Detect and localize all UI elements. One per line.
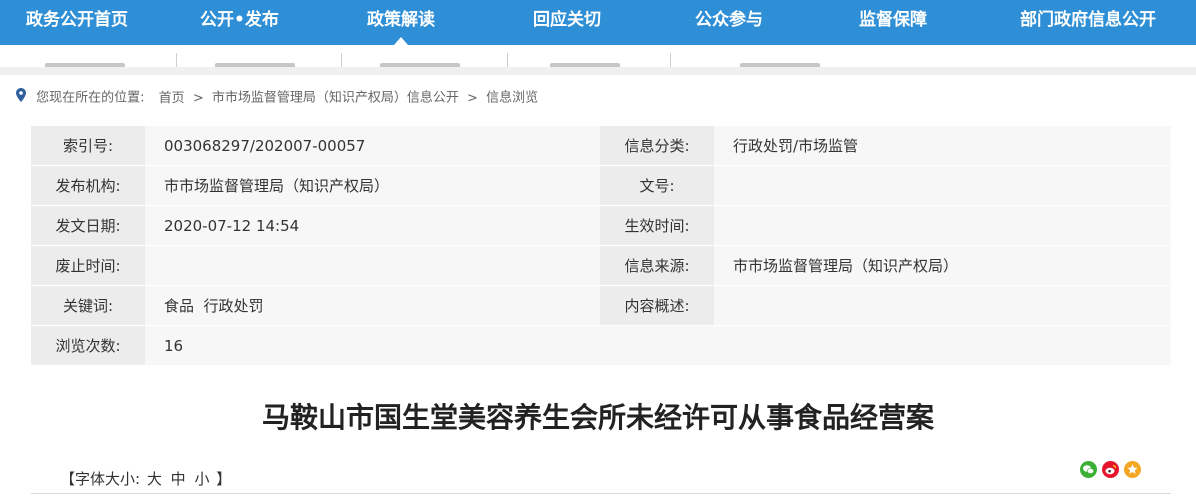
- effective-time-value: [714, 205, 1171, 246]
- summary-label: 内容概述:: [600, 285, 714, 326]
- index-label: 索引号:: [31, 125, 145, 166]
- weibo-icon[interactable]: [1102, 461, 1119, 478]
- nav-item-publish[interactable]: 公开•发布: [200, 0, 279, 45]
- font-small-button[interactable]: 小: [194, 470, 209, 488]
- doc-number-label: 文号:: [600, 165, 714, 206]
- breadcrumb-prefix: 您现在所在的位置:: [36, 90, 145, 106]
- keywords-value: 食品 行政处罚: [145, 285, 600, 326]
- info-table: 索引号: 003068297/202007-00057 信息分类: 行政处罚/市…: [31, 125, 1171, 365]
- views-label: 浏览次数:: [31, 325, 145, 365]
- sub-nav-divider: [507, 53, 508, 67]
- wechat-icon[interactable]: [1080, 461, 1097, 478]
- table-row: 废止时间: 信息来源: 市市场监督管理局（知识产权局）: [31, 245, 1171, 286]
- breadcrumb-current[interactable]: 信息浏览: [486, 91, 538, 106]
- table-row: 关键词: 食品 行政处罚 内容概述:: [31, 285, 1171, 326]
- table-row: 发文日期: 2020-07-12 14:54 生效时间:: [31, 205, 1171, 246]
- views-value: 16: [145, 325, 1171, 365]
- nav-item-policy[interactable]: 政策解读: [367, 0, 435, 45]
- favorite-icon[interactable]: [1124, 461, 1141, 478]
- breadcrumb-home[interactable]: 首页: [159, 91, 185, 106]
- breadcrumb: 您现在所在的位置: 首页 > 市市场监督管理局（知识产权局）信息公开 > 信息浏…: [16, 88, 538, 108]
- keywords-label: 关键词:: [31, 285, 145, 326]
- nav-item-label: 监督保障: [859, 10, 927, 30]
- nav-item-label: 部门政府信息公开: [1020, 10, 1156, 30]
- sub-nav: [0, 45, 1196, 68]
- index-value: 003068297/202007-00057: [145, 125, 600, 166]
- table-row: 索引号: 003068297/202007-00057 信息分类: 行政处罚/市…: [31, 125, 1171, 166]
- issue-date-label: 发文日期:: [31, 205, 145, 246]
- doc-number-value: [714, 165, 1171, 206]
- article-title: 马鞍山市国生堂美容养生会所未经许可从事食品经营案: [261, 401, 934, 434]
- expiry-time-label: 废止时间:: [31, 245, 145, 286]
- font-size-bar: 【字体大小: 大 中 小 】: [60, 468, 231, 489]
- source-value: 市市场监督管理局（知识产权局）: [714, 245, 1171, 286]
- nav-item-home[interactable]: 政务公开首页: [26, 0, 128, 45]
- nav-item-department[interactable]: 部门政府信息公开: [1020, 0, 1156, 45]
- nav-item-response[interactable]: 回应关切: [533, 0, 601, 45]
- breadcrumb-separator: >: [467, 90, 478, 106]
- publisher-value: 市市场监督管理局（知识产权局）: [145, 165, 600, 206]
- category-value: 行政处罚/市场监管: [714, 125, 1171, 166]
- sub-nav-divider: [341, 53, 342, 67]
- font-size-suffix: 】: [216, 470, 232, 488]
- breadcrumb-dept[interactable]: 市市场监督管理局（知识产权局）信息公开: [212, 91, 459, 106]
- active-caret: [394, 37, 408, 45]
- publisher-label: 发布机构:: [31, 165, 145, 206]
- page-band: [0, 67, 1196, 75]
- sub-nav-divider: [176, 53, 177, 67]
- nav-item-label: 政策解读: [367, 10, 435, 30]
- font-large-button[interactable]: 大: [147, 470, 162, 488]
- effective-time-label: 生效时间:: [600, 205, 714, 246]
- summary-value: [714, 285, 1171, 326]
- table-row: 发布机构: 市市场监督管理局（知识产权局） 文号:: [31, 165, 1171, 206]
- nav-item-label: 公众参与: [695, 10, 763, 30]
- nav-item-supervision[interactable]: 监督保障: [859, 0, 927, 45]
- source-label: 信息来源:: [600, 245, 714, 286]
- nav-item-label: 公开•发布: [200, 10, 279, 30]
- location-pin-icon: [16, 88, 26, 109]
- nav-item-label: 回应关切: [533, 10, 601, 30]
- sub-nav-divider: [670, 53, 671, 67]
- breadcrumb-separator: >: [192, 90, 204, 106]
- table-row: 浏览次数: 16: [31, 325, 1171, 365]
- nav-item-participation[interactable]: 公众参与: [695, 0, 763, 45]
- nav-item-label: 政务公开首页: [26, 10, 128, 30]
- issue-date-value: 2020-07-12 14:54: [145, 205, 600, 246]
- top-nav: 政务公开首页 公开•发布 政策解读 回应关切 公众参与 监督保障 部门政府信息公…: [0, 0, 1196, 45]
- font-size-prefix: 【字体大小:: [60, 470, 141, 488]
- category-label: 信息分类:: [600, 125, 714, 166]
- divider: [31, 493, 1171, 494]
- expiry-time-value: [145, 245, 600, 286]
- font-medium-button[interactable]: 中: [171, 470, 186, 488]
